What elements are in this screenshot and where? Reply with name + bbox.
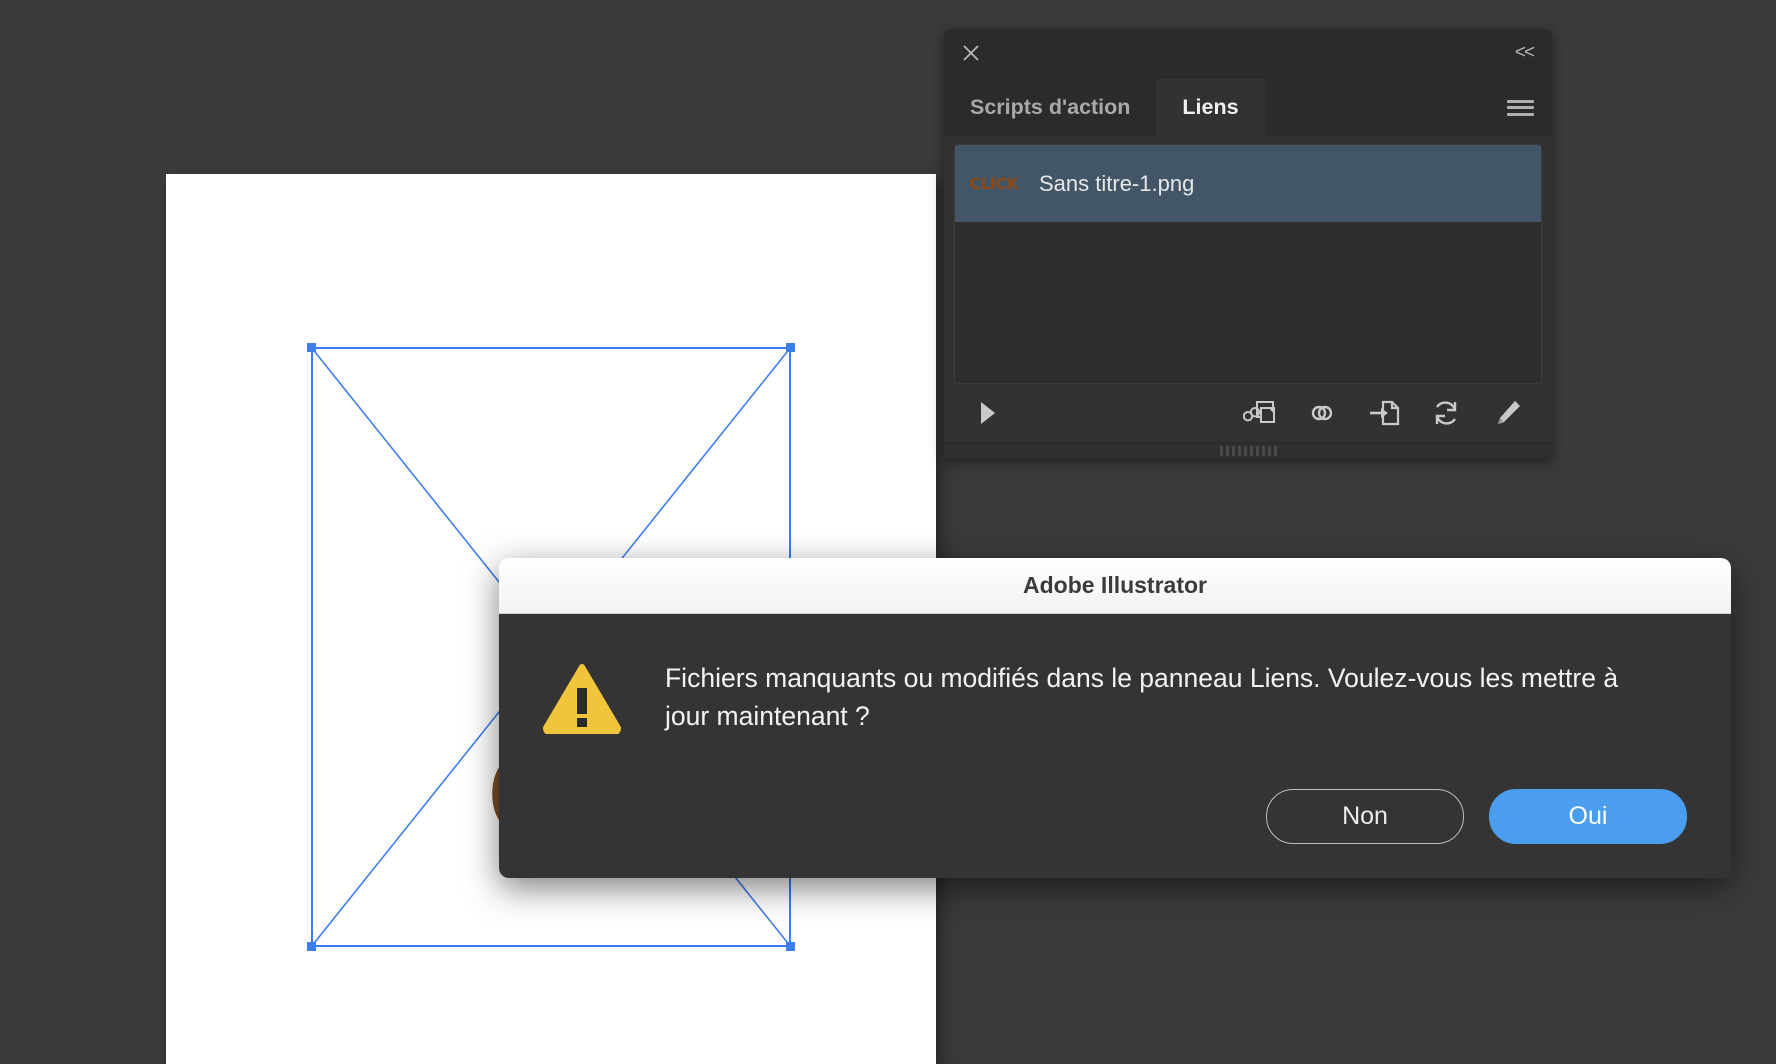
go-to-link-icon-glyph	[1370, 400, 1400, 426]
dialog-message: Fichiers manquants ou modifiés dans le p…	[665, 663, 1619, 731]
relink-from-library-icon[interactable]	[1238, 391, 1282, 435]
alert-dialog[interactable]: Adobe Illustrator Fichiers manquants ou …	[499, 558, 1731, 878]
panel-titlebar[interactable]: <<	[944, 29, 1552, 79]
pencil-icon-glyph	[1498, 401, 1520, 424]
list-item[interactable]: CLICK Sans titre-1.png	[955, 145, 1541, 222]
chain-link-icon[interactable]	[1300, 391, 1344, 435]
hamburger-menu-icon[interactable]	[1507, 79, 1534, 136]
dialog-body: Fichiers manquants ou modifiés dans le p…	[499, 614, 1731, 878]
tab-liens[interactable]: Liens	[1156, 79, 1265, 136]
hamburger-bar	[1507, 106, 1534, 109]
hamburger-bar	[1507, 112, 1534, 116]
play-triangle-icon[interactable]	[966, 391, 1010, 435]
links-list[interactable]: CLICK Sans titre-1.png	[954, 144, 1542, 384]
play-triangle-icon-glyph	[981, 402, 995, 424]
grip-lines	[1219, 446, 1277, 456]
no-button[interactable]: Non	[1266, 789, 1464, 844]
tab-scripts-daction[interactable]: Scripts d'action	[944, 79, 1156, 136]
close-icon-glyph	[963, 45, 979, 61]
warning-triangle-icon	[543, 664, 621, 739]
link-thumbnail: CLICK	[965, 159, 1023, 208]
collapse-panel-icon[interactable]: <<	[1510, 40, 1538, 66]
pencil-icon[interactable]	[1486, 391, 1530, 435]
dialog-content-row: Fichiers manquants ou modifiés dans le p…	[543, 660, 1687, 739]
hamburger-bar	[1507, 99, 1534, 103]
refresh-icon[interactable]	[1424, 391, 1468, 435]
link-thumbnail-label: CLICK	[969, 174, 1019, 193]
go-to-link-icon[interactable]	[1362, 391, 1406, 435]
relink-from-library-icon-glyph	[1243, 401, 1275, 423]
panel-toolbar[interactable]	[944, 384, 1552, 442]
panel-tab-strip[interactable]: Scripts d'action Liens	[944, 79, 1552, 136]
close-icon[interactable]	[956, 38, 986, 68]
warning-triangle-icon-glyph	[543, 664, 621, 736]
panel-body: CLICK Sans titre-1.png	[944, 136, 1552, 384]
refresh-icon-glyph	[1435, 401, 1457, 425]
dialog-title: Adobe Illustrator	[1022, 572, 1207, 598]
dialog-titlebar: Adobe Illustrator	[499, 558, 1731, 614]
chain-link-icon-glyph	[1311, 405, 1333, 421]
links-panel[interactable]: << Scripts d'action Liens CLICK Sans tit…	[944, 29, 1552, 459]
link-file-name: Sans titre-1.png	[1039, 170, 1195, 196]
yes-button[interactable]: Oui	[1489, 789, 1687, 844]
panel-resize-grip[interactable]	[944, 442, 1552, 459]
dialog-button-row: Non Oui	[543, 789, 1687, 844]
